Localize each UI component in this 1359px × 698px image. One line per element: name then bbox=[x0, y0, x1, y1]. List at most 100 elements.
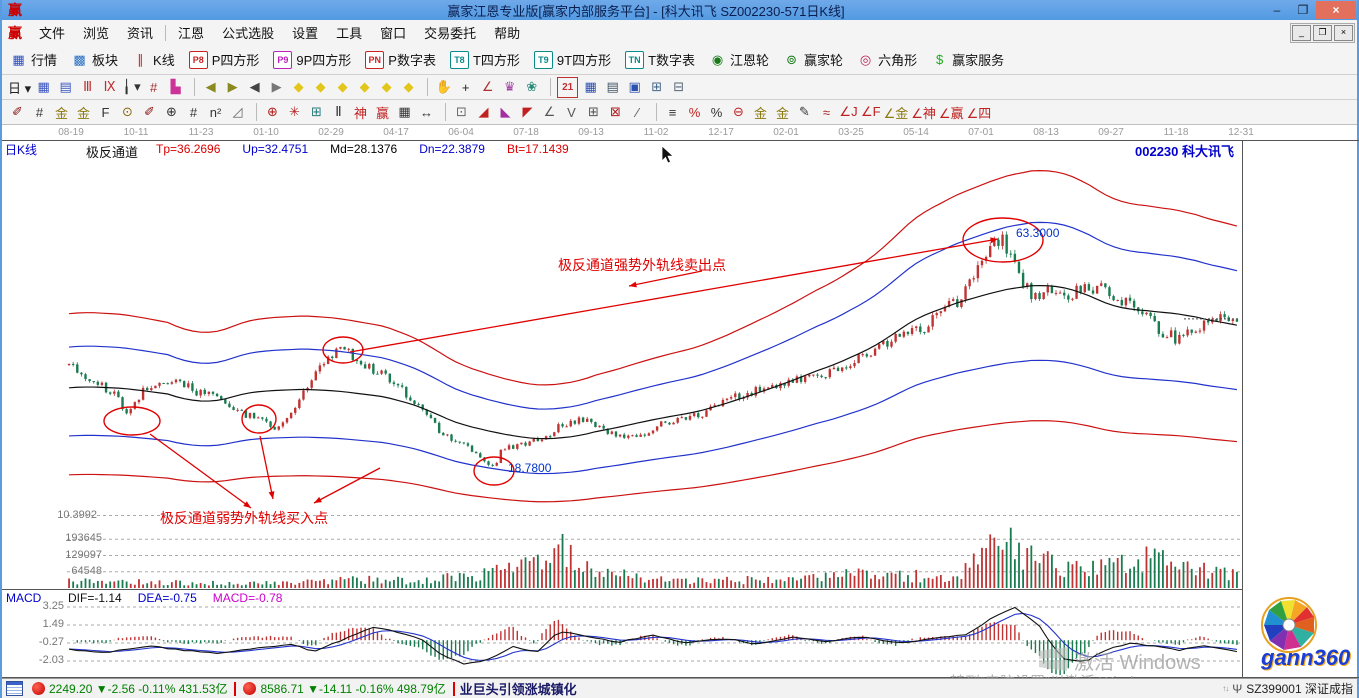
draw-tool-icon[interactable]: 金 bbox=[751, 103, 770, 122]
menu-item[interactable]: 工具 bbox=[327, 20, 371, 45]
draw-tool-icon[interactable]: % bbox=[707, 103, 726, 122]
draw-tool-icon[interactable]: ◤ bbox=[518, 103, 537, 122]
draw-tool-icon[interactable]: ∠赢 bbox=[939, 103, 964, 122]
toolbar-button[interactable]: T8 T四方形 bbox=[450, 50, 520, 69]
close-button[interactable]: × bbox=[1316, 1, 1356, 19]
tool-icon[interactable]: ▤ bbox=[56, 78, 75, 97]
toolbar-button[interactable]: ⊚ 赢家轮 bbox=[783, 50, 843, 69]
draw-tool-icon[interactable]: ⊞ bbox=[584, 103, 603, 122]
index2-quote[interactable]: 8586.71 ▼-14.11 -0.16% 498.79亿 bbox=[260, 680, 445, 697]
menu-item[interactable]: 资讯 bbox=[118, 20, 162, 45]
draw-tool-icon[interactable]: ≈ bbox=[817, 103, 836, 122]
draw-tool-icon[interactable]: ✎ bbox=[795, 103, 814, 122]
draw-tool-icon[interactable]: ∠J bbox=[839, 103, 858, 122]
toolbar-button[interactable]: $ 赢家服务 bbox=[931, 50, 1004, 69]
draw-tool-icon[interactable]: n² bbox=[206, 103, 225, 122]
draw-tool-icon[interactable]: F bbox=[96, 103, 115, 122]
toolbar-button[interactable]: TN T数字表 bbox=[625, 50, 695, 69]
menu-item[interactable]: 帮助 bbox=[485, 20, 529, 45]
draw-tool-icon[interactable]: ⊕ bbox=[263, 103, 282, 122]
draw-tool-icon[interactable]: ⊠ bbox=[606, 103, 625, 122]
menu-item[interactable]: 浏览 bbox=[74, 20, 118, 45]
menu-item[interactable]: 窗口 bbox=[371, 20, 415, 45]
tool-icon[interactable]: ◆ bbox=[311, 78, 330, 97]
draw-tool-icon[interactable]: ✐ bbox=[140, 103, 159, 122]
toolbar-button[interactable]: PN P数字表 bbox=[365, 50, 436, 69]
tool-icon[interactable]: + bbox=[456, 78, 475, 97]
stock-label[interactable]: 002230 科大讯飞 bbox=[1135, 141, 1234, 160]
tool-icon[interactable]: ╽ ▾ bbox=[122, 78, 141, 97]
draw-tool-icon[interactable]: ∠神 bbox=[911, 103, 936, 122]
draw-tool-icon[interactable]: ∠ bbox=[540, 103, 559, 122]
draw-tool-icon[interactable]: 金 bbox=[74, 103, 93, 122]
draw-tool-icon[interactable]: ✐ bbox=[8, 103, 27, 122]
tool-icon[interactable]: ◆ bbox=[333, 78, 352, 97]
draw-tool-icon[interactable]: ⊡ bbox=[452, 103, 471, 122]
quotes-grid-icon[interactable] bbox=[6, 681, 23, 696]
current-index-label[interactable]: SZ399001 深证成指 bbox=[1246, 680, 1353, 697]
tool-icon[interactable]: ▦ bbox=[581, 78, 600, 97]
draw-tool-icon[interactable]: ↔ bbox=[417, 103, 436, 122]
draw-tool-icon[interactable]: ▦ bbox=[395, 103, 414, 122]
indicator-name[interactable]: 极反通道 bbox=[86, 142, 138, 161]
index1-quote[interactable]: 2249.20 ▼-2.56 -0.11% 431.53亿 bbox=[49, 680, 227, 697]
tool-icon[interactable]: ◆ bbox=[289, 78, 308, 97]
tool-icon[interactable]: ▶ bbox=[223, 78, 242, 97]
menu-item[interactable]: 设置 bbox=[283, 20, 327, 45]
draw-tool-icon[interactable]: ∠四 bbox=[967, 103, 992, 122]
tool-icon[interactable]: ◀ bbox=[245, 78, 264, 97]
mdi-minimize-button[interactable]: _ bbox=[1292, 25, 1311, 41]
menu-item[interactable]: 江恩 bbox=[169, 20, 213, 45]
draw-tool-icon[interactable]: # bbox=[184, 103, 203, 122]
tool-icon[interactable]: ◀ bbox=[201, 78, 220, 97]
draw-tool-icon[interactable]: ⊖ bbox=[729, 103, 748, 122]
tool-icon[interactable]: # bbox=[144, 78, 163, 97]
draw-tool-icon[interactable]: # bbox=[30, 103, 49, 122]
tool-icon[interactable]: 21 bbox=[557, 77, 578, 98]
tool-icon[interactable]: ▙ bbox=[166, 78, 185, 97]
draw-tool-icon[interactable]: Ⅱ bbox=[329, 103, 348, 122]
menu-item[interactable]: 交易委托 bbox=[415, 20, 485, 45]
scroll-arrows-icon[interactable]: ↑↓ bbox=[1222, 684, 1228, 693]
toolbar-button[interactable]: ◉ 江恩轮 bbox=[709, 50, 769, 69]
tool-icon[interactable]: ▶ bbox=[267, 78, 286, 97]
tool-icon[interactable]: ⊟ bbox=[669, 78, 688, 97]
menu-item[interactable]: 公式选股 bbox=[213, 20, 283, 45]
tool-icon[interactable]: ✋ bbox=[434, 78, 453, 97]
toolbar-button[interactable]: ▩ 板块 bbox=[71, 50, 118, 69]
toolbar-button[interactable]: P9 9P四方形 bbox=[273, 50, 351, 69]
draw-tool-icon[interactable]: ◢ bbox=[474, 103, 493, 122]
toolbar-button[interactable]: T9 9T四方形 bbox=[534, 50, 611, 69]
tool-icon[interactable]: Ⅸ bbox=[100, 78, 119, 97]
tool-icon[interactable]: ⊞ bbox=[647, 78, 666, 97]
draw-tool-icon[interactable]: ◿ bbox=[228, 103, 247, 122]
tool-icon[interactable]: ◆ bbox=[355, 78, 374, 97]
minimize-button[interactable]: – bbox=[1264, 1, 1290, 19]
draw-tool-icon[interactable]: ∠F bbox=[861, 103, 881, 122]
toolbar-button[interactable]: ▦ 行情 bbox=[10, 50, 57, 69]
tool-icon[interactable]: 日 ▾ bbox=[8, 78, 31, 97]
draw-tool-icon[interactable]: % bbox=[685, 103, 704, 122]
mdi-restore-button[interactable]: ❐ bbox=[1313, 25, 1332, 41]
tool-icon[interactable]: ▦ bbox=[34, 78, 53, 97]
draw-tool-icon[interactable]: 神 bbox=[351, 103, 370, 122]
tool-icon[interactable]: ▣ bbox=[625, 78, 644, 97]
draw-tool-icon[interactable]: ⊙ bbox=[118, 103, 137, 122]
toolbar-button[interactable]: ∥ K线 bbox=[132, 50, 175, 69]
tool-icon[interactable]: ◆ bbox=[399, 78, 418, 97]
draw-tool-icon[interactable]: 赢 bbox=[373, 103, 392, 122]
draw-tool-icon[interactable]: V bbox=[562, 103, 581, 122]
draw-tool-icon[interactable]: 金 bbox=[773, 103, 792, 122]
tool-icon[interactable]: ♛ bbox=[500, 78, 519, 97]
draw-tool-icon[interactable]: ∠金 bbox=[884, 103, 909, 122]
tool-icon[interactable]: ❀ bbox=[522, 78, 541, 97]
draw-tool-icon[interactable]: 金 bbox=[52, 103, 71, 122]
toolbar-button[interactable]: P8 P四方形 bbox=[189, 50, 260, 69]
draw-tool-icon[interactable]: ≡ bbox=[663, 103, 682, 122]
news-ticker[interactable]: 业巨头引领涨城镇化 bbox=[460, 679, 577, 698]
mdi-close-button[interactable]: × bbox=[1334, 25, 1353, 41]
toolbar-button[interactable]: ◎ 六角形 bbox=[857, 50, 917, 69]
draw-tool-icon[interactable]: ∕ bbox=[628, 103, 647, 122]
restore-button[interactable]: ❐ bbox=[1290, 1, 1316, 19]
tool-icon[interactable]: Ⅲ bbox=[78, 78, 97, 97]
